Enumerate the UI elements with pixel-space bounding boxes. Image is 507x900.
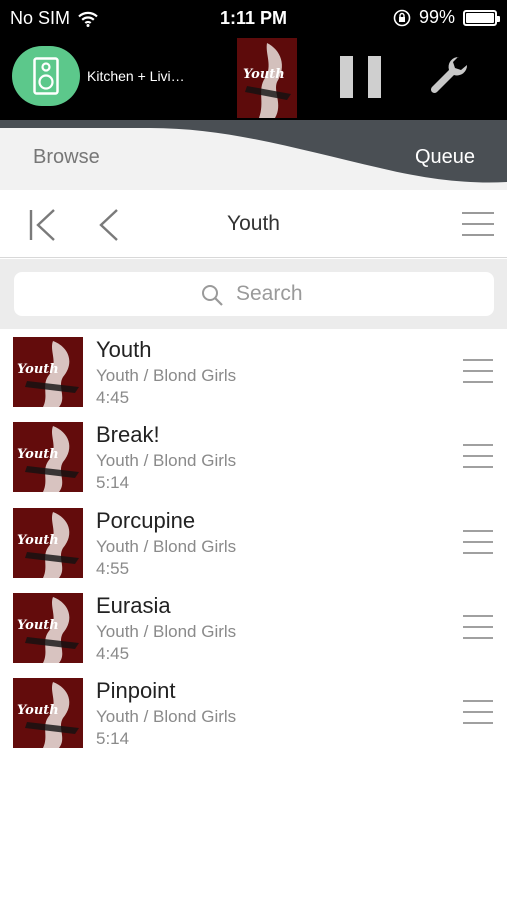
hamburger-menu-icon [463,700,493,703]
hamburger-menu-icon [463,551,493,554]
hamburger-menu-icon [463,540,493,543]
track-album-artist: Youth / Blond Girls [96,621,237,641]
track-menu-button[interactable] [463,444,493,469]
track-duration: 5:14 [96,473,130,493]
hamburger-menu-icon [463,529,493,532]
album-art: Youth [13,337,83,407]
hamburger-menu-icon [463,444,493,447]
list-item[interactable]: Youth Pinpoint Youth / Blond Girls 5:14 [0,670,507,755]
now-playing-bar: Kitchen + Livi… Youth [0,36,507,120]
track-title: Porcupine [96,507,196,533]
room-name[interactable]: Kitchen + Livi… [87,68,185,84]
list-item[interactable]: Youth Youth Youth / Blond Girls 4:45 [0,329,507,414]
track-title: Pinpoint [96,678,176,704]
search-input[interactable]: Search [14,272,494,316]
album-art-text: Youth [17,618,59,633]
list-item[interactable]: Youth Break! Youth / Blond Girls 5:14 [0,414,507,499]
track-menu-button[interactable] [463,529,493,554]
room-selector-button[interactable] [12,46,80,106]
battery-percent: 99% [418,7,455,27]
album-art: Youth [13,422,83,493]
list-item[interactable]: Youth Porcupine Youth / Blond Girls 4:55 [0,500,507,585]
search-area: Search [0,259,507,329]
track-menu-button[interactable] [463,700,493,725]
track-duration: 4:45 [96,643,130,663]
hamburger-menu-icon [463,466,493,469]
pause-icon [340,56,353,98]
status-bar: No SIM 1:11 PM 99% [0,0,507,36]
album-art-text: Youth [17,533,59,548]
settings-button[interactable] [428,54,472,98]
track-title: Break! [96,422,160,448]
track-menu-button[interactable] [463,614,493,639]
browse-queue-tabs: Browse Queue [0,120,507,190]
page-title: Youth [227,212,280,235]
pause-button[interactable] [340,56,382,98]
speaker-icon [33,57,59,95]
track-album-artist: Youth / Blond Girls [96,536,237,556]
album-art: Youth [13,507,83,578]
battery-level [466,12,494,23]
track-duration: 5:14 [96,729,130,749]
hamburger-menu-icon [462,212,494,214]
album-art: Youth [13,678,83,749]
track-album-artist: Youth / Blond Girls [96,366,237,385]
track-duration: 4:45 [96,388,130,407]
track-duration: 4:55 [96,558,130,578]
hamburger-menu-icon [463,370,493,372]
wrench-icon [430,56,468,94]
now-playing-album-art[interactable]: Youth [237,38,297,118]
album-art-text: Youth [243,67,285,82]
pause-icon [368,56,381,98]
album-art: Youth [13,592,83,663]
rotation-lock-icon [393,9,411,26]
track-title: Youth [96,337,152,362]
hamburger-menu-icon [463,614,493,617]
battery-icon [463,9,500,26]
list-item[interactable]: Youth Eurasia Youth / Blond Girls 4:45 [0,585,507,670]
search-placeholder: Search [236,282,303,305]
hamburger-menu-icon [463,381,493,383]
search-icon [202,285,223,306]
album-art-text: Youth [17,362,59,377]
hamburger-menu-icon [463,711,493,714]
header-menu-button[interactable] [462,212,494,236]
hamburger-menu-icon [462,234,494,236]
hamburger-menu-icon [463,636,493,639]
hamburger-menu-icon [462,223,494,225]
tab-queue[interactable]: Queue [415,146,475,169]
hamburger-menu-icon [463,625,493,628]
tab-browse[interactable]: Browse [33,146,100,169]
track-menu-button[interactable] [463,359,493,383]
track-album-artist: Youth / Blond Girls [96,451,237,471]
hamburger-menu-icon [463,722,493,725]
hamburger-menu-icon [463,359,493,361]
album-art-text: Youth [17,447,59,462]
queue-header: Youth [0,190,507,258]
track-title: Eurasia [96,592,171,618]
track-album-artist: Youth / Blond Girls [96,707,237,727]
hamburger-menu-icon [463,455,493,458]
album-art-text: Youth [17,703,59,718]
